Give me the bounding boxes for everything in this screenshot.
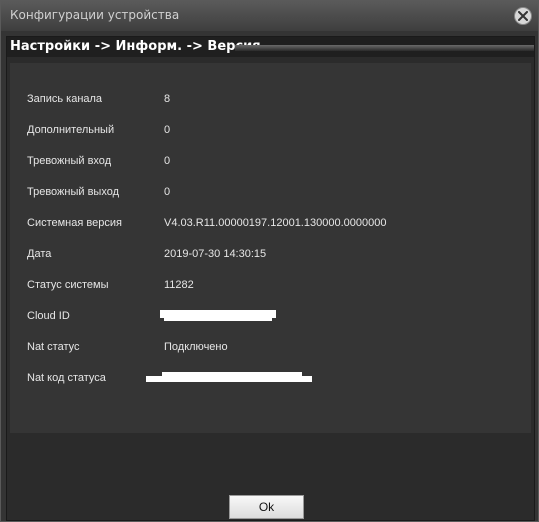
breadcrumb-bar: Настройки -> Информ. -> Версия: [7, 37, 534, 57]
date-value: 2019-07-30 14:30:15: [164, 248, 267, 260]
alarm-out-label: Тревожный выход: [27, 186, 120, 198]
cloud-id-label: Cloud ID: [27, 310, 70, 322]
nat-code-label: Nat код статуса: [27, 372, 106, 384]
info-row-additional: Дополнительный 0: [10, 124, 530, 144]
close-icon: [518, 11, 528, 21]
title-bar[interactable]: Конфигурации устройства: [1, 1, 538, 31]
device-config-window: Конфигурации устройства Настройки -> Инф…: [0, 0, 539, 522]
cloud-id-redaction-2: [164, 316, 272, 321]
info-row-nat-code: Nat код статуса: [10, 372, 530, 392]
alarm-in-label: Тревожный вход: [27, 155, 112, 167]
date-label: Дата: [27, 248, 52, 260]
info-row-channels: Запись канала 8: [10, 93, 530, 113]
version-panel: Настройки -> Информ. -> Версия Запись ка…: [6, 36, 535, 521]
window-title: Конфигурации устройства: [10, 8, 180, 22]
nat-code-redaction-2: [146, 376, 312, 382]
additional-value: 0: [164, 124, 171, 136]
header-divider: [235, 45, 534, 51]
info-row-system-status: Статус системы 11282: [10, 279, 530, 299]
ok-button[interactable]: Ok: [229, 495, 304, 519]
channels-label: Запись канала: [27, 93, 103, 105]
additional-label: Дополнительный: [27, 124, 115, 136]
breadcrumb: Настройки -> Информ. -> Версия: [10, 39, 261, 54]
channels-value: 8: [164, 93, 171, 105]
close-button[interactable]: [514, 7, 532, 25]
system-version-label: Системная версия: [27, 217, 122, 229]
info-row-date: Дата 2019-07-30 14:30:15: [10, 248, 530, 268]
info-row-alarm-in: Тревожный вход 0: [10, 155, 530, 175]
system-status-label: Статус системы: [27, 279, 109, 291]
alarm-out-value: 0: [164, 186, 171, 198]
info-list: Запись канала 8 Дополнительный 0 Тревожн…: [10, 63, 531, 433]
info-row-alarm-out: Тревожный выход 0: [10, 186, 530, 206]
system-status-value: 11282: [164, 279, 194, 291]
nat-status-label: Nat статус: [27, 341, 80, 353]
nat-status-value: Подключено: [164, 341, 228, 353]
info-row-nat-status: Nat статус Подключено: [10, 341, 530, 361]
alarm-in-value: 0: [164, 155, 171, 167]
info-row-system-version: Системная версия V4.03.R11.00000197.1200…: [10, 217, 530, 237]
system-version-value: V4.03.R11.00000197.12001.130000.0000000: [164, 217, 387, 229]
info-row-cloud-id: Cloud ID: [10, 310, 530, 330]
